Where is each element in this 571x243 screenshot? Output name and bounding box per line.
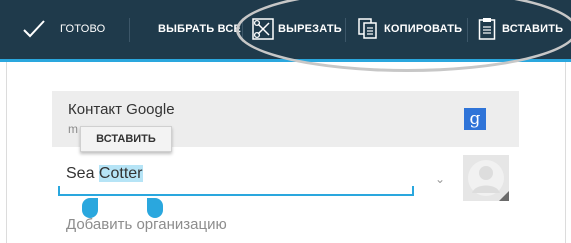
select-all-button[interactable]: ВЫБРАТЬ ВСЕ bbox=[158, 0, 241, 58]
chevron-down-icon[interactable]: ⌄ bbox=[435, 172, 445, 186]
content-border-left bbox=[6, 62, 7, 243]
paste-popup-button[interactable]: ВСТАВИТЬ bbox=[80, 126, 172, 152]
done-label: ГОТОВО bbox=[60, 23, 106, 35]
selection-handle-start[interactable] bbox=[82, 198, 98, 218]
account-subtitle-left: m bbox=[68, 122, 78, 136]
selected-text: Cotter bbox=[98, 165, 143, 182]
name-field[interactable]: Sea Cotter bbox=[58, 162, 414, 198]
account-title: Контакт Google bbox=[68, 101, 175, 118]
done-button[interactable]: ГОТОВО bbox=[22, 0, 105, 58]
content-border-right bbox=[565, 62, 566, 243]
field-underline-cap bbox=[412, 186, 414, 196]
field-underline bbox=[58, 194, 414, 196]
selection-handle-end[interactable] bbox=[147, 198, 163, 218]
google-icon: g bbox=[464, 108, 486, 130]
add-organization-field[interactable]: Добавить организацию bbox=[66, 216, 227, 233]
name-field-text: Sea Cotter bbox=[66, 165, 143, 183]
separator bbox=[129, 18, 130, 42]
select-all-label: ВЫБРАТЬ ВСЕ bbox=[158, 23, 242, 35]
checkmark-icon bbox=[23, 20, 45, 38]
photo-corner-indicator bbox=[499, 191, 509, 201]
contact-photo[interactable] bbox=[463, 155, 509, 201]
name-text-before: Sea bbox=[66, 165, 99, 182]
